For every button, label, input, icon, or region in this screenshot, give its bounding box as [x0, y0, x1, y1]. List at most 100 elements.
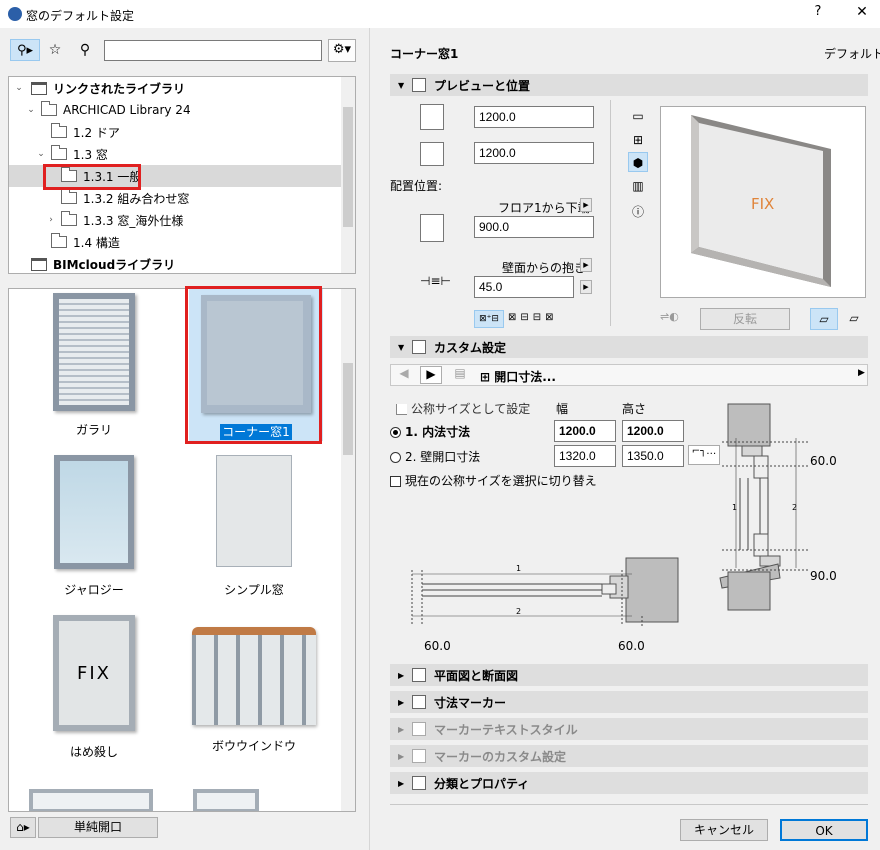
tree-item-structure[interactable]: 1.4 構造 — [9, 231, 342, 253]
hinge-side-b-button[interactable]: ▱ — [842, 308, 866, 330]
info-icon[interactable]: ⓘ — [628, 202, 648, 222]
height-input[interactable] — [474, 142, 594, 164]
search-button[interactable]: ⚲ — [72, 39, 98, 61]
elevation-view-icon[interactable]: ⊞ — [628, 130, 648, 150]
anchor-options[interactable]: ⊠⊟⊟⊠ — [508, 312, 558, 323]
plan-view-icon[interactable]: ▭ — [628, 106, 648, 126]
switch-nominal-check[interactable]: 現在の公称サイズを選択に切り替え — [390, 472, 597, 489]
flip-button[interactable]: 反転 — [700, 308, 790, 330]
width-column-header: 幅 — [556, 402, 569, 416]
gallery-item-label: ジャロジー — [64, 583, 124, 597]
scrollbar-thumb[interactable] — [343, 363, 353, 455]
option-inner-size[interactable]: 1. 内法寸法 — [390, 423, 470, 440]
nav-page-icon[interactable]: ▤ — [450, 366, 470, 384]
nav-forward-button[interactable]: ▶ — [420, 366, 442, 384]
radio-selected[interactable] — [390, 427, 401, 438]
checkbox[interactable] — [396, 404, 407, 415]
nav-back-button[interactable]: ◀ — [394, 366, 414, 384]
triangle-down-icon: ▼ — [398, 80, 405, 90]
section-plan-section[interactable]: ▶ 平面図と断面図 — [390, 664, 868, 686]
help-button[interactable]: ? — [808, 4, 828, 24]
section-marker-custom[interactable]: ▶ マーカーのカスタム設定 — [390, 745, 868, 767]
3d-view-icon[interactable]: ⬢ — [628, 152, 648, 172]
tree-scrollbar[interactable] — [341, 77, 355, 273]
tree-item-label: 1.3.2 組み合わせ窓 — [83, 191, 190, 206]
option-wall-opening[interactable]: 2. 壁開口寸法 — [390, 448, 480, 465]
panel-divider[interactable] — [369, 28, 370, 850]
hinge-side-a-button[interactable]: ▱ — [810, 308, 838, 330]
folder-icon — [61, 211, 77, 226]
inner-width-input[interactable] — [554, 420, 616, 442]
vertical-section-diagram: 1 2 — [719, 403, 810, 611]
gallery-item-label: はめ殺し — [69, 745, 118, 759]
nav-page-title[interactable]: ⊞ 開口寸法... — [480, 368, 556, 385]
dim-marker-2: 2 — [792, 503, 797, 512]
chevron-down-icon[interactable]: ⌄ — [13, 83, 25, 93]
gallery-item-bow-window[interactable]: ボウウインドウ — [179, 627, 329, 754]
gallery-item-simple-window[interactable]: シンプル窓 — [179, 455, 329, 598]
triangle-right-icon: ▶ — [398, 697, 405, 707]
close-button[interactable]: ✕ — [852, 4, 872, 24]
height-icon — [420, 142, 444, 166]
star-icon: ☆ — [48, 42, 62, 58]
gallery-item-jalousie[interactable]: ジャロジー — [19, 455, 169, 598]
tree-item-linked-libraries[interactable]: ⌄ リンクされたライブラリ — [9, 77, 342, 99]
horizontal-section-diagram: 1 2 — [411, 557, 679, 628]
opening-width-input[interactable] — [554, 445, 616, 467]
inner-height-input[interactable] — [622, 420, 684, 442]
gallery-scrollbar[interactable] — [341, 289, 355, 811]
section-view-icon[interactable]: ▥ — [628, 176, 648, 196]
plain-opening-button[interactable]: 単純開口 — [38, 817, 158, 838]
reveal-menu[interactable]: ▶ — [580, 280, 592, 294]
width-input[interactable] — [474, 106, 594, 128]
checkbox[interactable] — [390, 476, 401, 487]
search-input[interactable] — [104, 40, 322, 61]
reveal-depth-input[interactable] — [474, 276, 574, 298]
library-manager-button[interactable]: ⌂▸ — [10, 817, 36, 838]
floor-reference-label[interactable]: フロア1から下端 — [498, 199, 590, 216]
folder-view-button[interactable]: ⚲▸ — [10, 39, 40, 61]
ok-button[interactable]: OK — [780, 819, 868, 841]
nav-menu-arrow[interactable]: ▶ — [858, 368, 865, 378]
opening-height-input[interactable] — [622, 445, 684, 467]
wall-reference-label[interactable]: 壁面からの抱き — [502, 259, 586, 276]
section-label: マーカーテキストスタイル — [434, 722, 578, 737]
chevron-down-icon[interactable]: ⌄ — [35, 149, 47, 159]
tree-item-windows[interactable]: ⌄ 1.3 窓 — [9, 143, 342, 165]
tree-item-overseas-windows[interactable]: › 1.3.3 窓_海外仕様 — [9, 209, 342, 231]
wall-reference-menu[interactable]: ▶ — [580, 258, 592, 272]
section-custom-settings[interactable]: ▼ カスタム設定 — [390, 336, 868, 358]
sill-height-input[interactable] — [474, 216, 594, 238]
gallery-item-louver[interactable]: ガラリ — [19, 293, 169, 438]
gallery-item-partial[interactable] — [29, 789, 153, 811]
tree-item-label: 1.2 ドア — [73, 125, 120, 140]
dimension-marker-icon — [412, 695, 426, 709]
anchor-option-1[interactable]: ⊠⁺⊟ — [474, 310, 504, 328]
3d-preview[interactable]: FIX — [660, 106, 866, 298]
gear-icon: ⚙▾ — [332, 42, 352, 57]
settings-menu-button[interactable]: ⚙▾ — [328, 39, 356, 62]
floor-reference-menu[interactable]: ▶ — [580, 198, 592, 212]
triangle-right-icon: ▶ — [398, 724, 405, 734]
tree-item-archicad-library[interactable]: ⌄ ARCHICAD Library 24 — [9, 99, 342, 121]
section-preview-position[interactable]: ▼ プレビューと位置 — [390, 74, 868, 96]
section-dimension-marker[interactable]: ▶ 寸法マーカー — [390, 691, 868, 713]
section-classification[interactable]: ▶ 分類とプロパティ — [390, 772, 868, 794]
search-icon: ⚲ — [79, 42, 91, 58]
tree-item-doors[interactable]: 1.2 ドア — [9, 121, 342, 143]
dim-right-60: 60.0 — [618, 639, 645, 653]
dimension-icon: ⊞ — [480, 370, 495, 384]
chevron-down-icon[interactable]: ⌄ — [25, 105, 37, 115]
cancel-button[interactable]: キャンセル — [680, 819, 768, 841]
chevron-right-icon[interactable]: › — [45, 215, 57, 225]
gallery-item-partial[interactable] — [193, 789, 259, 811]
section-label: カスタム設定 — [434, 340, 507, 355]
nominal-size-check[interactable]: 公称サイズとして設定 — [396, 400, 530, 417]
scrollbar-thumb[interactable] — [343, 107, 353, 227]
tree-item-combo-windows[interactable]: 1.3.2 組み合わせ窓 — [9, 187, 342, 209]
radio-unselected[interactable] — [390, 452, 401, 463]
gallery-item-fixed-window[interactable]: FIX はめ殺し — [19, 615, 169, 760]
favorites-button[interactable]: ☆ — [42, 39, 68, 61]
section-marker-text-style[interactable]: ▶ マーカーテキストスタイル — [390, 718, 868, 740]
tree-item-bimcloud[interactable]: BIMcloudライブラリ — [9, 253, 342, 273]
